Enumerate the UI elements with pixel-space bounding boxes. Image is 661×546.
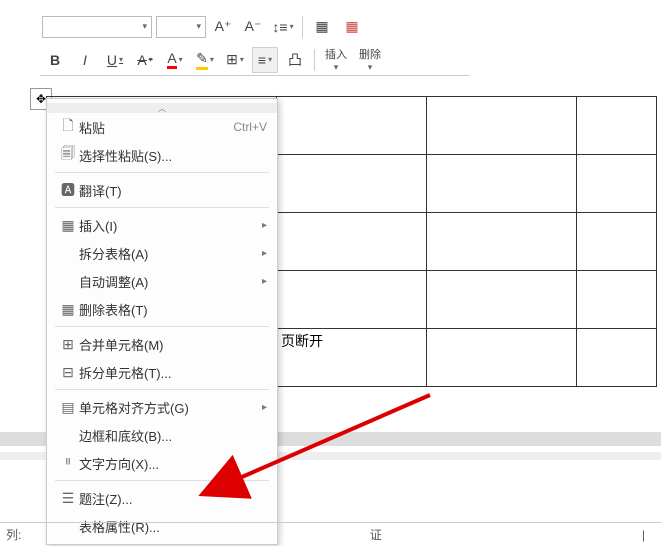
split-cells-icon: ⊟ — [57, 364, 79, 381]
strikethrough-button[interactable]: A — [132, 47, 158, 73]
menu-item-paste-special[interactable]: 🗐 选择性粘贴(S)... — [47, 141, 277, 169]
menu-item-delete-table[interactable]: ▦ 删除表格(T) — [47, 295, 277, 323]
table-cell[interactable] — [577, 155, 657, 213]
submenu-arrow-icon: ▸ — [262, 402, 267, 413]
status-verify: 证 — [370, 526, 382, 543]
align-icon: ▤ — [57, 399, 79, 416]
table-cell[interactable] — [577, 97, 657, 155]
grow-font-button[interactable]: A⁺ — [210, 14, 236, 40]
table-cell[interactable]: 页断开 — [277, 329, 427, 387]
menu-label: 文字方向(X)... — [79, 454, 267, 473]
menu-label: 拆分单元格(T)... — [79, 363, 267, 382]
italic-button[interactable]: I — [72, 47, 98, 73]
menu-item-borders[interactable]: 边框和底纹(B)... — [47, 421, 277, 449]
menu-label: 选择性粘贴(S)... — [79, 146, 267, 165]
table-cell[interactable] — [427, 213, 577, 271]
table-cell[interactable] — [427, 271, 577, 329]
submenu-arrow-icon: ▸ — [262, 248, 267, 259]
paste-icon: 🗋 — [57, 115, 79, 139]
insert-dropdown[interactable]: 插入▾ — [321, 47, 351, 73]
table-cell[interactable] — [577, 213, 657, 271]
menu-collapse-up[interactable]: ︿ — [47, 103, 277, 113]
menu-label: 合并单元格(M) — [79, 335, 267, 354]
menu-item-text-direction[interactable]: ᴵᴵ 文字方向(X)... — [47, 449, 277, 477]
menu-item-translate[interactable]: 🅰 翻译(T) — [47, 176, 277, 204]
menu-label: 拆分表格(A) — [79, 244, 262, 263]
menu-separator — [55, 172, 269, 173]
table-cell[interactable] — [277, 97, 427, 155]
menu-item-caption[interactable]: ☰ 题注(Z)... — [47, 484, 277, 512]
translate-icon: 🅰 — [57, 180, 79, 200]
table-cell[interactable] — [577, 329, 657, 387]
paste-special-icon: 🗐 — [57, 143, 79, 167]
menu-separator — [55, 389, 269, 390]
menu-item-merge-cells[interactable]: ⊞ 合并单元格(M) — [47, 330, 277, 358]
underline-button[interactable]: U — [102, 47, 128, 73]
menu-item-split-table[interactable]: 拆分表格(A) ▸ — [47, 239, 277, 267]
menu-separator — [55, 480, 269, 481]
line-spacing-button[interactable]: ↕≡ — [270, 14, 296, 40]
align-button[interactable]: ≡ — [252, 47, 278, 73]
menu-label: 自动调整(A) — [79, 272, 262, 291]
status-col-label: 列: — [6, 526, 21, 543]
status-bar: 列: 证 | — [0, 522, 661, 546]
indent-button[interactable]: 凸 — [282, 47, 308, 73]
table-cell[interactable] — [427, 97, 577, 155]
menu-item-auto-fit[interactable]: 自动调整(A) ▸ — [47, 267, 277, 295]
bold-button[interactable]: B — [42, 47, 68, 73]
font-size-select[interactable]: ▾ — [156, 16, 206, 38]
shrink-font-button[interactable]: A⁻ — [240, 14, 266, 40]
table-cell[interactable] — [277, 155, 427, 213]
menu-label: 插入(I) — [79, 216, 262, 235]
font-color-button[interactable]: A — [162, 47, 188, 73]
font-family-select[interactable]: ▾ — [42, 16, 152, 38]
menu-label: 单元格对齐方式(G) — [79, 398, 262, 417]
table-cell[interactable] — [427, 329, 577, 387]
menu-item-split-cells[interactable]: ⊟ 拆分单元格(T)... — [47, 358, 277, 386]
table-cell[interactable] — [577, 271, 657, 329]
insert-table-button[interactable]: ▦ — [309, 14, 335, 40]
menu-item-paste[interactable]: 🗋 粘贴 Ctrl+V — [47, 113, 277, 141]
table-cell[interactable] — [277, 271, 427, 329]
text-direction-icon: ᴵᴵ — [57, 455, 79, 471]
table-cell[interactable] — [277, 213, 427, 271]
menu-label: 删除表格(T) — [79, 300, 267, 319]
menu-item-cell-align[interactable]: ▤ 单元格对齐方式(G) ▸ — [47, 393, 277, 421]
table-cell[interactable] — [427, 155, 577, 213]
menu-label: 粘贴 — [79, 118, 233, 137]
menu-shortcut: Ctrl+V — [233, 120, 267, 134]
menu-label: 边框和底纹(B)... — [79, 426, 267, 445]
delete-dropdown[interactable]: 删除▾ — [355, 47, 385, 73]
caption-icon: ☰ — [57, 490, 79, 507]
highlight-button[interactable]: ✎ — [192, 47, 218, 73]
menu-label: 题注(Z)... — [79, 489, 267, 508]
ribbon-toolbar: ▾ ▾ A⁺ A⁻ ↕≡ ▦ ▦ B I U A A ✎ ⊞ ≡ 凸 插入▾ 删… — [40, 10, 470, 76]
submenu-arrow-icon: ▸ — [262, 276, 267, 287]
insert-icon: ▦ — [57, 217, 79, 234]
submenu-arrow-icon: ▸ — [262, 220, 267, 231]
menu-separator — [55, 207, 269, 208]
border-button[interactable]: ⊞ — [222, 47, 248, 73]
delete-table-button[interactable]: ▦ — [339, 14, 365, 40]
menu-item-insert[interactable]: ▦ 插入(I) ▸ — [47, 211, 277, 239]
context-menu: ︿ 🗋 粘贴 Ctrl+V 🗐 选择性粘贴(S)... 🅰 翻译(T) ▦ 插入… — [46, 98, 278, 545]
menu-separator — [55, 326, 269, 327]
delete-table-icon: ▦ — [57, 301, 79, 318]
menu-label: 翻译(T) — [79, 181, 267, 200]
merge-cells-icon: ⊞ — [57, 336, 79, 353]
